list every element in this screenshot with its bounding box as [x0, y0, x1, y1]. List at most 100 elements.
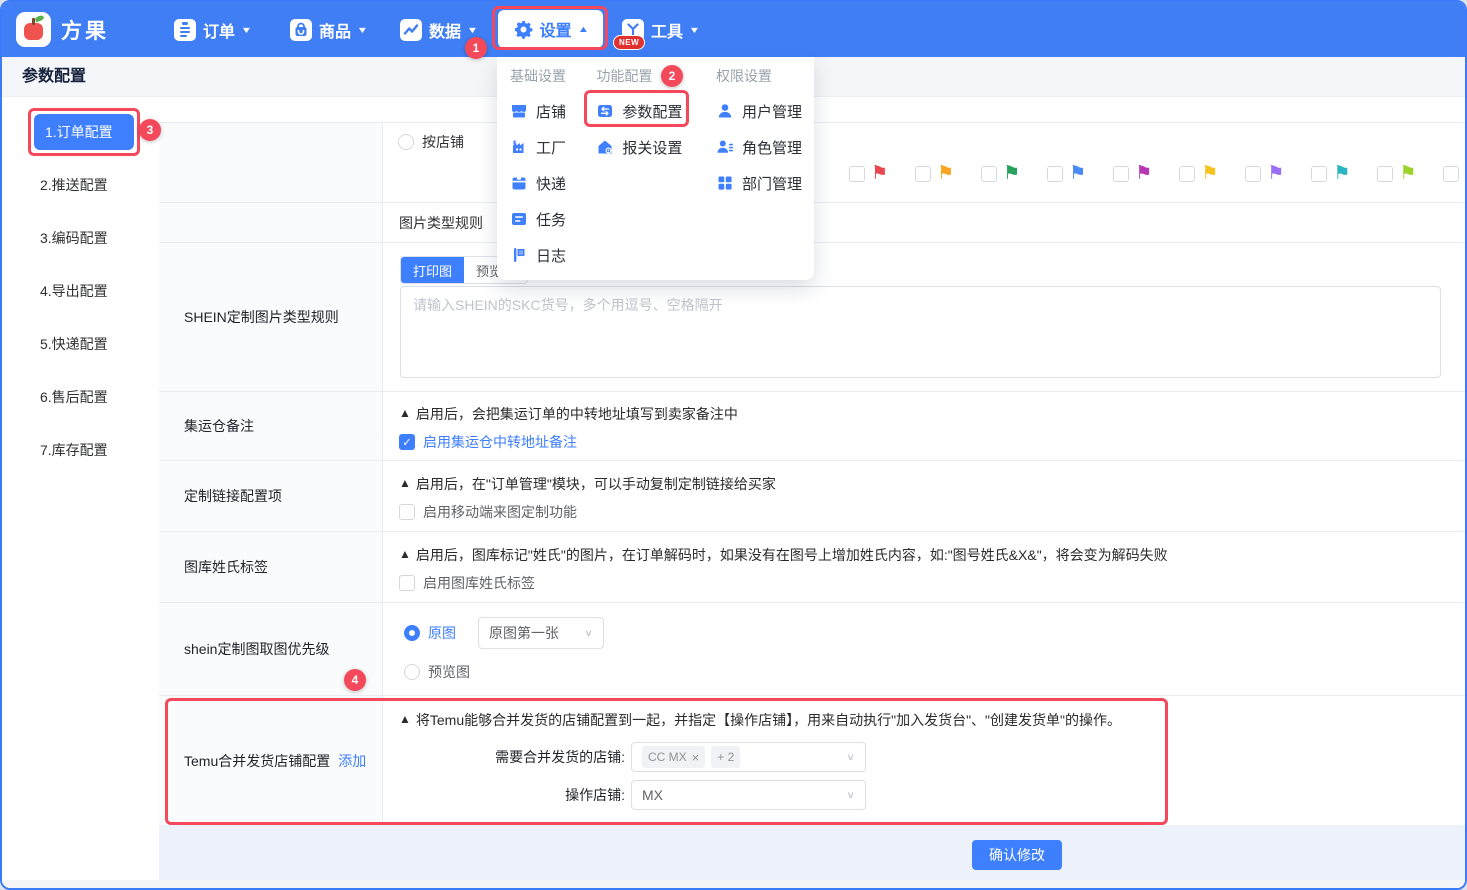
caret-down-icon: ▼ [241, 25, 253, 35]
menu-item-role-management[interactable]: 角色管理 [716, 129, 814, 165]
warning-icon: ▲ [399, 474, 411, 493]
row-label: 定制链接配置项 [159, 461, 383, 531]
row-value: 原图 原图第一张 ∨ 预览图 [383, 603, 1467, 695]
flag-checkbox[interactable]: ⚑ [1377, 166, 1416, 182]
step-badge-4: 4 [344, 669, 366, 691]
sidebar-item-code-config[interactable]: 3.编码配置 [40, 220, 159, 256]
original-image-select[interactable]: 原图第一张 ∨ [478, 617, 604, 649]
flag-checkbox[interactable]: ⚑ [1245, 166, 1284, 182]
sidebar-item-aftersale-config[interactable]: 6.售后配置 [40, 379, 159, 415]
menu-item-param-config[interactable]: 参数配置 [596, 93, 710, 129]
bottom-strip [2, 880, 1467, 890]
checkbox-icon [1245, 166, 1261, 182]
nav-label: 工具 [651, 18, 683, 42]
nav-item-settings[interactable]: 设置 ▲ [498, 10, 603, 48]
shein-skc-textarea[interactable] [400, 286, 1441, 378]
merge-stores-select[interactable]: CC MX × + 2 ∨ [631, 742, 866, 772]
customs-house-icon [596, 138, 614, 156]
menu-item-express[interactable]: 快递 [510, 165, 590, 201]
more-tags-count: + 2 [711, 746, 740, 768]
radio-label: 原图 [428, 623, 456, 643]
product-bag-icon [290, 19, 312, 41]
radio-by-store[interactable]: 按店铺 [398, 132, 464, 152]
select-value: MX [642, 787, 663, 803]
sidebar-item-stock-config[interactable]: 7.库存配置 [40, 432, 159, 468]
checkbox-warehouse-note[interactable]: ✓ 启用集运仓中转地址备注 [399, 432, 1467, 452]
chevron-down-icon: ∨ [584, 627, 593, 638]
warning-text: 启用后，会把集运订单的中转地址填写到卖家备注中 [416, 404, 738, 424]
menu-item-label: 工厂 [536, 137, 566, 158]
sidebar: 1.订单配置 2.推送配置 3.编码配置 4.导出配置 5.快递配置 6.售后配… [2, 97, 159, 880]
menu-item-factory[interactable]: 工厂 [510, 129, 590, 165]
checkbox-icon [915, 166, 931, 182]
sidebar-item-order-config[interactable]: 1.订单配置 [34, 114, 134, 150]
flag-checkbox[interactable]: ⚑ [1047, 166, 1086, 182]
row-temu-merge-config: Temu合并发货店铺配置 添加 ▲ 将Temu能够合并发货的店铺配置到一起，并指定… [159, 696, 1467, 826]
radio-original-image[interactable]: 原图 [404, 623, 456, 643]
field-label: 操作店铺: [399, 785, 625, 805]
flag-checkbox[interactable]: ⚑ [1311, 166, 1350, 182]
confirm-button[interactable]: 确认修改 [972, 840, 1062, 870]
factory-icon [510, 138, 528, 156]
flag-checkbox[interactable]: ⚑ [1179, 166, 1218, 182]
flag-checkbox[interactable]: ⚑ [981, 166, 1020, 182]
radio-icon [404, 664, 420, 680]
checkbox-icon [1179, 166, 1195, 182]
dropdown-header: 基础设置 [510, 65, 590, 87]
menu-item-customs-settings[interactable]: 报关设置 [596, 129, 710, 165]
menu-item-task[interactable]: 任务 [510, 201, 590, 237]
nav-label: 订单 [203, 18, 235, 42]
row-label: SHEIN定制图片类型规则 [159, 243, 383, 391]
menu-item-shop[interactable]: 店铺 [510, 93, 590, 129]
warning-text: 将Temu能够合并发货的店铺配置到一起，并指定【操作店铺】，用来自动执行"加入发… [416, 710, 1121, 730]
sidebar-item-export-config[interactable]: 4.导出配置 [40, 273, 159, 309]
checkbox-icon [1113, 166, 1129, 182]
radio-preview-image[interactable]: 预览图 [404, 662, 1467, 682]
radio-label: 预览图 [428, 662, 470, 682]
brand[interactable]: 方果 [16, 12, 109, 47]
operate-store-select[interactable]: MX ∨ [631, 780, 866, 810]
row-label [159, 123, 383, 202]
row-surname-tag: 图库姓氏标签 ▲启用后，图库标记"姓氏"的图片，在订单解码时，如果没有在图号上增… [159, 532, 1467, 603]
nav-item-data[interactable]: 数据 ▼ [400, 14, 477, 46]
menu-item-label: 用户管理 [742, 101, 802, 122]
row-value: ▲启用后，会把集运订单的中转地址填写到卖家备注中 ✓ 启用集运仓中转地址备注 [383, 392, 1467, 460]
menu-item-label: 部门管理 [742, 173, 802, 194]
flag-checkbox[interactable]: ⚑ [915, 166, 954, 182]
log-flag-icon [510, 246, 528, 264]
settings-dropdown-menu: 基础设置 店铺 工厂 快递 任务 日志 功能配置 [497, 57, 814, 280]
nav-item-products[interactable]: 商品 ▼ [290, 14, 367, 46]
checkbox-label: 启用图库姓氏标签 [423, 573, 535, 593]
flag-checkbox[interactable]: ⚑ [849, 166, 888, 182]
caret-up-icon: ▲ [577, 24, 589, 34]
task-list-icon [510, 210, 528, 228]
app-window: 方果 订单 ▼ 商品 ▼ 数据 ▼ 设置 ▲ NEW 工具 [0, 0, 1467, 890]
warning-icon: ▲ [399, 710, 411, 729]
data-chart-icon [400, 19, 422, 41]
checkbox-mobile-custom[interactable]: 启用移动端来图定制功能 [399, 502, 1467, 522]
nav-item-orders[interactable]: 订单 ▼ [174, 14, 251, 46]
menu-item-log[interactable]: 日志 [510, 237, 590, 273]
menu-item-user-management[interactable]: 用户管理 [716, 93, 814, 129]
menu-item-label: 报关设置 [622, 137, 682, 158]
add-link[interactable]: 添加 [338, 751, 366, 771]
sidebar-item-push-config[interactable]: 2.推送配置 [40, 167, 159, 203]
menu-item-label: 店铺 [536, 101, 566, 122]
page-title: 参数配置 [22, 57, 86, 97]
checkbox-icon [1377, 166, 1393, 182]
menu-item-label: 参数配置 [622, 101, 682, 122]
sidebar-item-express-config[interactable]: 5.快递配置 [40, 326, 159, 362]
nav-item-tools[interactable]: NEW 工具 ▼ [622, 14, 699, 46]
flag-checkbox[interactable]: ⚑ [1113, 166, 1152, 182]
topbar: 方果 订单 ▼ 商品 ▼ 数据 ▼ 设置 ▲ NEW 工具 [2, 2, 1465, 57]
checkbox-surname-tag[interactable]: 启用图库姓氏标签 [399, 573, 1467, 593]
row-label: Temu合并发货店铺配置 [184, 751, 330, 771]
field-label: 需要合并发货的店铺: [399, 747, 625, 767]
menu-item-label: 日志 [536, 245, 566, 266]
caret-down-icon: ▼ [357, 25, 369, 35]
flag-checkbox[interactable]: ⚑ [1443, 166, 1467, 182]
tab-print-image[interactable]: 打印图 [401, 257, 464, 283]
tag-close-icon[interactable]: × [692, 750, 700, 765]
checkbox-icon [1047, 166, 1063, 182]
menu-item-department-management[interactable]: 部门管理 [716, 165, 814, 201]
